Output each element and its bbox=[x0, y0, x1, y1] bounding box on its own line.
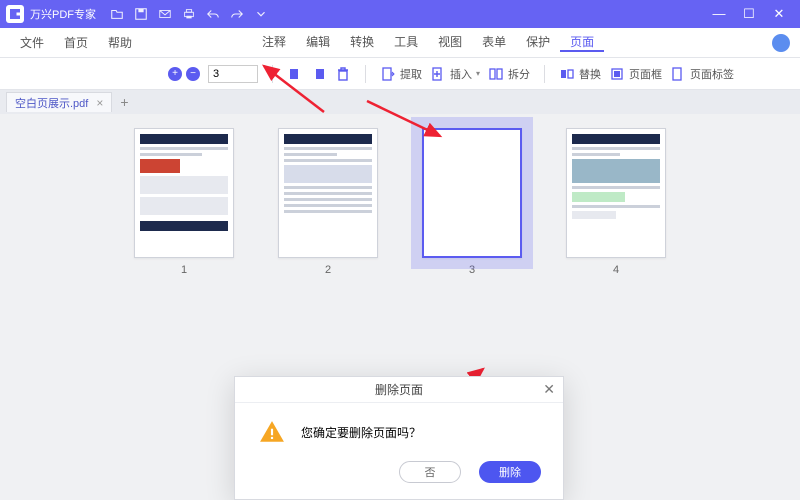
rotate-right-icon[interactable] bbox=[311, 66, 327, 82]
quick-access-toolbar bbox=[110, 7, 268, 21]
dropdown-icon[interactable] bbox=[254, 7, 268, 21]
menu-form[interactable]: 表单 bbox=[472, 33, 516, 50]
add-tab-button[interactable]: + bbox=[120, 94, 128, 110]
split-button[interactable]: 拆分 bbox=[488, 66, 530, 82]
dialog-delete-button[interactable]: 删除 bbox=[479, 461, 541, 483]
toolbar: + − 3 提取 插入▾ 拆分 替换 页面框 页面标签 bbox=[0, 58, 800, 90]
user-avatar[interactable] bbox=[772, 34, 790, 52]
app-title: 万兴PDF专家 bbox=[30, 6, 96, 22]
menu-home[interactable]: 首页 bbox=[54, 34, 98, 51]
menu-convert[interactable]: 转换 bbox=[340, 33, 384, 50]
zoom-out-button[interactable]: − bbox=[186, 67, 200, 81]
pagelabel-button[interactable]: 页面标签 bbox=[670, 66, 734, 82]
dialog-close-icon[interactable]: ✕ bbox=[543, 381, 555, 398]
page-thumbnails-area: 1 2 3 4 删除页面 ✕ 您确定要删除页面吗？ 否 bbox=[0, 114, 800, 500]
redo-icon[interactable] bbox=[230, 7, 244, 21]
close-button[interactable]: ✕ bbox=[764, 6, 794, 22]
delete-page-icon[interactable] bbox=[335, 66, 351, 82]
menu-comment[interactable]: 注释 bbox=[252, 33, 296, 50]
window-controls: — ☐ ✕ bbox=[704, 6, 794, 22]
open-icon[interactable] bbox=[110, 7, 124, 21]
rotate-left-icon[interactable] bbox=[287, 66, 303, 82]
zoom-in-button[interactable]: + bbox=[168, 67, 182, 81]
page-number: 3 bbox=[469, 264, 475, 276]
menu-tools[interactable]: 工具 bbox=[384, 33, 428, 50]
page-number: 2 bbox=[325, 264, 331, 276]
page-thumb-2[interactable]: 2 bbox=[278, 128, 378, 276]
menu-file[interactable]: 文件 bbox=[10, 34, 54, 51]
page-thumb-1[interactable]: 1 bbox=[134, 128, 234, 276]
page-thumb-3[interactable]: 3 bbox=[422, 128, 522, 276]
document-tab-bar: 空白页展示.pdf × + bbox=[0, 90, 800, 114]
warning-icon bbox=[259, 419, 285, 445]
dialog-title-bar: 删除页面 ✕ bbox=[235, 377, 563, 403]
menu-protect[interactable]: 保护 bbox=[516, 33, 560, 50]
tab-close-icon[interactable]: × bbox=[96, 96, 103, 110]
page-number: 1 bbox=[181, 264, 187, 276]
mail-icon[interactable] bbox=[158, 7, 172, 21]
app-logo bbox=[6, 5, 24, 23]
menu-bar: 文件 首页 帮助 注释 编辑 转换 工具 视图 表单 保护 页面 bbox=[0, 28, 800, 58]
insert-button[interactable]: 插入▾ bbox=[430, 66, 480, 82]
menu-help[interactable]: 帮助 bbox=[98, 34, 142, 51]
dialog-no-button[interactable]: 否 bbox=[399, 461, 461, 483]
page-number-input[interactable]: 3 bbox=[208, 65, 258, 83]
tab-title: 空白页展示.pdf bbox=[15, 95, 88, 111]
page-thumb-4[interactable]: 4 bbox=[566, 128, 666, 276]
menu-page[interactable]: 页面 bbox=[560, 33, 604, 52]
menu-edit[interactable]: 编辑 bbox=[296, 33, 340, 50]
maximize-button[interactable]: ☐ bbox=[734, 6, 764, 22]
minimize-button[interactable]: — bbox=[704, 6, 734, 22]
replace-button[interactable]: 替换 bbox=[559, 66, 601, 82]
extract-button[interactable]: 提取 bbox=[380, 66, 422, 82]
dialog-title: 删除页面 bbox=[375, 381, 423, 398]
page-number: 4 bbox=[613, 264, 619, 276]
print-icon[interactable] bbox=[182, 7, 196, 21]
menu-view[interactable]: 视图 bbox=[428, 33, 472, 50]
document-tab[interactable]: 空白页展示.pdf × bbox=[6, 92, 112, 112]
pagebox-button[interactable]: 页面框 bbox=[609, 66, 662, 82]
save-icon[interactable] bbox=[134, 7, 148, 21]
undo-icon[interactable] bbox=[206, 7, 220, 21]
dialog-message: 您确定要删除页面吗？ bbox=[301, 424, 421, 441]
title-bar: 万兴PDF专家 — ☐ ✕ bbox=[0, 0, 800, 28]
delete-page-dialog: 删除页面 ✕ 您确定要删除页面吗？ 否 删除 bbox=[234, 376, 564, 500]
